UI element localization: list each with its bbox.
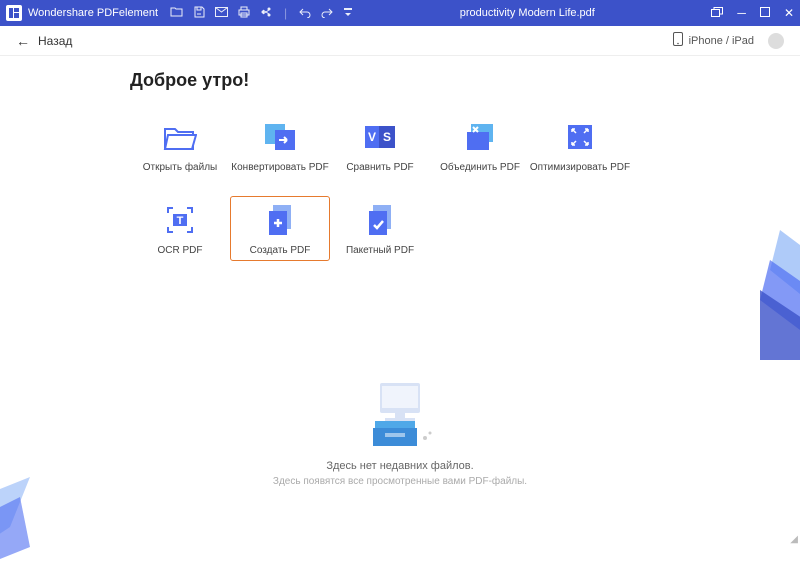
back-button[interactable]: ← Назад [16, 33, 72, 49]
minimize-icon[interactable]: ─ [737, 6, 746, 20]
empty-illustration [355, 378, 445, 448]
decoration-left [0, 477, 50, 567]
folder-open-icon [163, 120, 197, 154]
tile-open-files[interactable]: Открыть файлы [130, 113, 230, 178]
tile-ocr-pdf[interactable]: T OCR PDF [130, 196, 230, 261]
svg-text:V: V [368, 130, 376, 144]
greeting: Доброе утро! [130, 70, 760, 91]
tile-create-pdf[interactable]: Создать PDF [230, 196, 330, 261]
tile-label: Конвертировать PDF [231, 162, 328, 173]
ocr-icon: T [163, 203, 197, 237]
tile-label: Пакетный PDF [346, 245, 414, 256]
empty-title: Здесь нет недавних файлов. [326, 460, 473, 472]
tile-merge-pdf[interactable]: Объединить PDF [430, 113, 530, 178]
main-content: Доброе утро! Открыть файлы Конвертироват… [0, 56, 800, 261]
tile-label: Объединить PDF [440, 162, 520, 173]
window-controls: ─ ✕ [711, 6, 794, 20]
create-icon [263, 203, 297, 237]
separator: | [284, 6, 287, 20]
avatar[interactable] [768, 33, 784, 49]
empty-state: Здесь нет недавних файлов. Здесь появятс… [0, 378, 800, 487]
share-icon[interactable] [260, 6, 272, 21]
tile-optimize-pdf[interactable]: Оптимизировать PDF [530, 113, 630, 178]
svg-text:T: T [177, 215, 184, 227]
document-title: productivity Modern Life.pdf [353, 7, 701, 19]
back-arrow-icon: ← [16, 33, 30, 49]
tile-label: Сравнить PDF [346, 162, 413, 173]
save-icon[interactable] [193, 6, 205, 21]
action-grid: Открыть файлы Конвертировать PDF VS Срав… [130, 113, 760, 261]
convert-icon [263, 120, 297, 154]
batch-icon [363, 203, 397, 237]
tile-compare-pdf[interactable]: VS Сравнить PDF [330, 113, 430, 178]
tile-label: Открыть файлы [143, 162, 217, 173]
print-icon[interactable] [238, 6, 250, 21]
app-logo [6, 5, 22, 21]
tile-batch-pdf[interactable]: Пакетный PDF [330, 196, 430, 261]
titlebar: Wondershare PDFelement | productivity Mo… [0, 0, 800, 26]
compare-icon: VS [363, 120, 397, 154]
back-label: Назад [38, 34, 72, 48]
toolbar-icons: | [170, 6, 353, 21]
tile-label: Создать PDF [250, 245, 311, 256]
tile-label: OCR PDF [158, 245, 203, 256]
maximize-icon[interactable] [760, 6, 770, 20]
empty-subtitle: Здесь появятся все просмотренные вами PD… [273, 476, 527, 487]
dropdown-icon[interactable] [343, 6, 353, 20]
app-name: Wondershare PDFelement [28, 7, 158, 19]
undo-icon[interactable] [299, 6, 311, 21]
tile-convert-pdf[interactable]: Конвертировать PDF [230, 113, 330, 178]
tile-label: Оптимизировать PDF [530, 162, 630, 173]
open-file-icon[interactable] [170, 6, 183, 20]
merge-icon [463, 120, 497, 154]
optimize-icon [563, 120, 597, 154]
redo-icon[interactable] [321, 6, 333, 21]
mail-icon[interactable] [215, 6, 228, 20]
svg-text:S: S [383, 130, 391, 144]
device-selector[interactable]: iPhone / iPad [673, 32, 784, 49]
device-label: iPhone / iPad [689, 35, 754, 47]
top-row: ← Назад iPhone / iPad [0, 26, 800, 56]
close-icon[interactable]: ✕ [784, 6, 794, 20]
resize-grip-icon[interactable]: ◢ [790, 534, 798, 545]
window-restore-icon[interactable] [711, 6, 723, 20]
phone-icon [673, 32, 683, 49]
